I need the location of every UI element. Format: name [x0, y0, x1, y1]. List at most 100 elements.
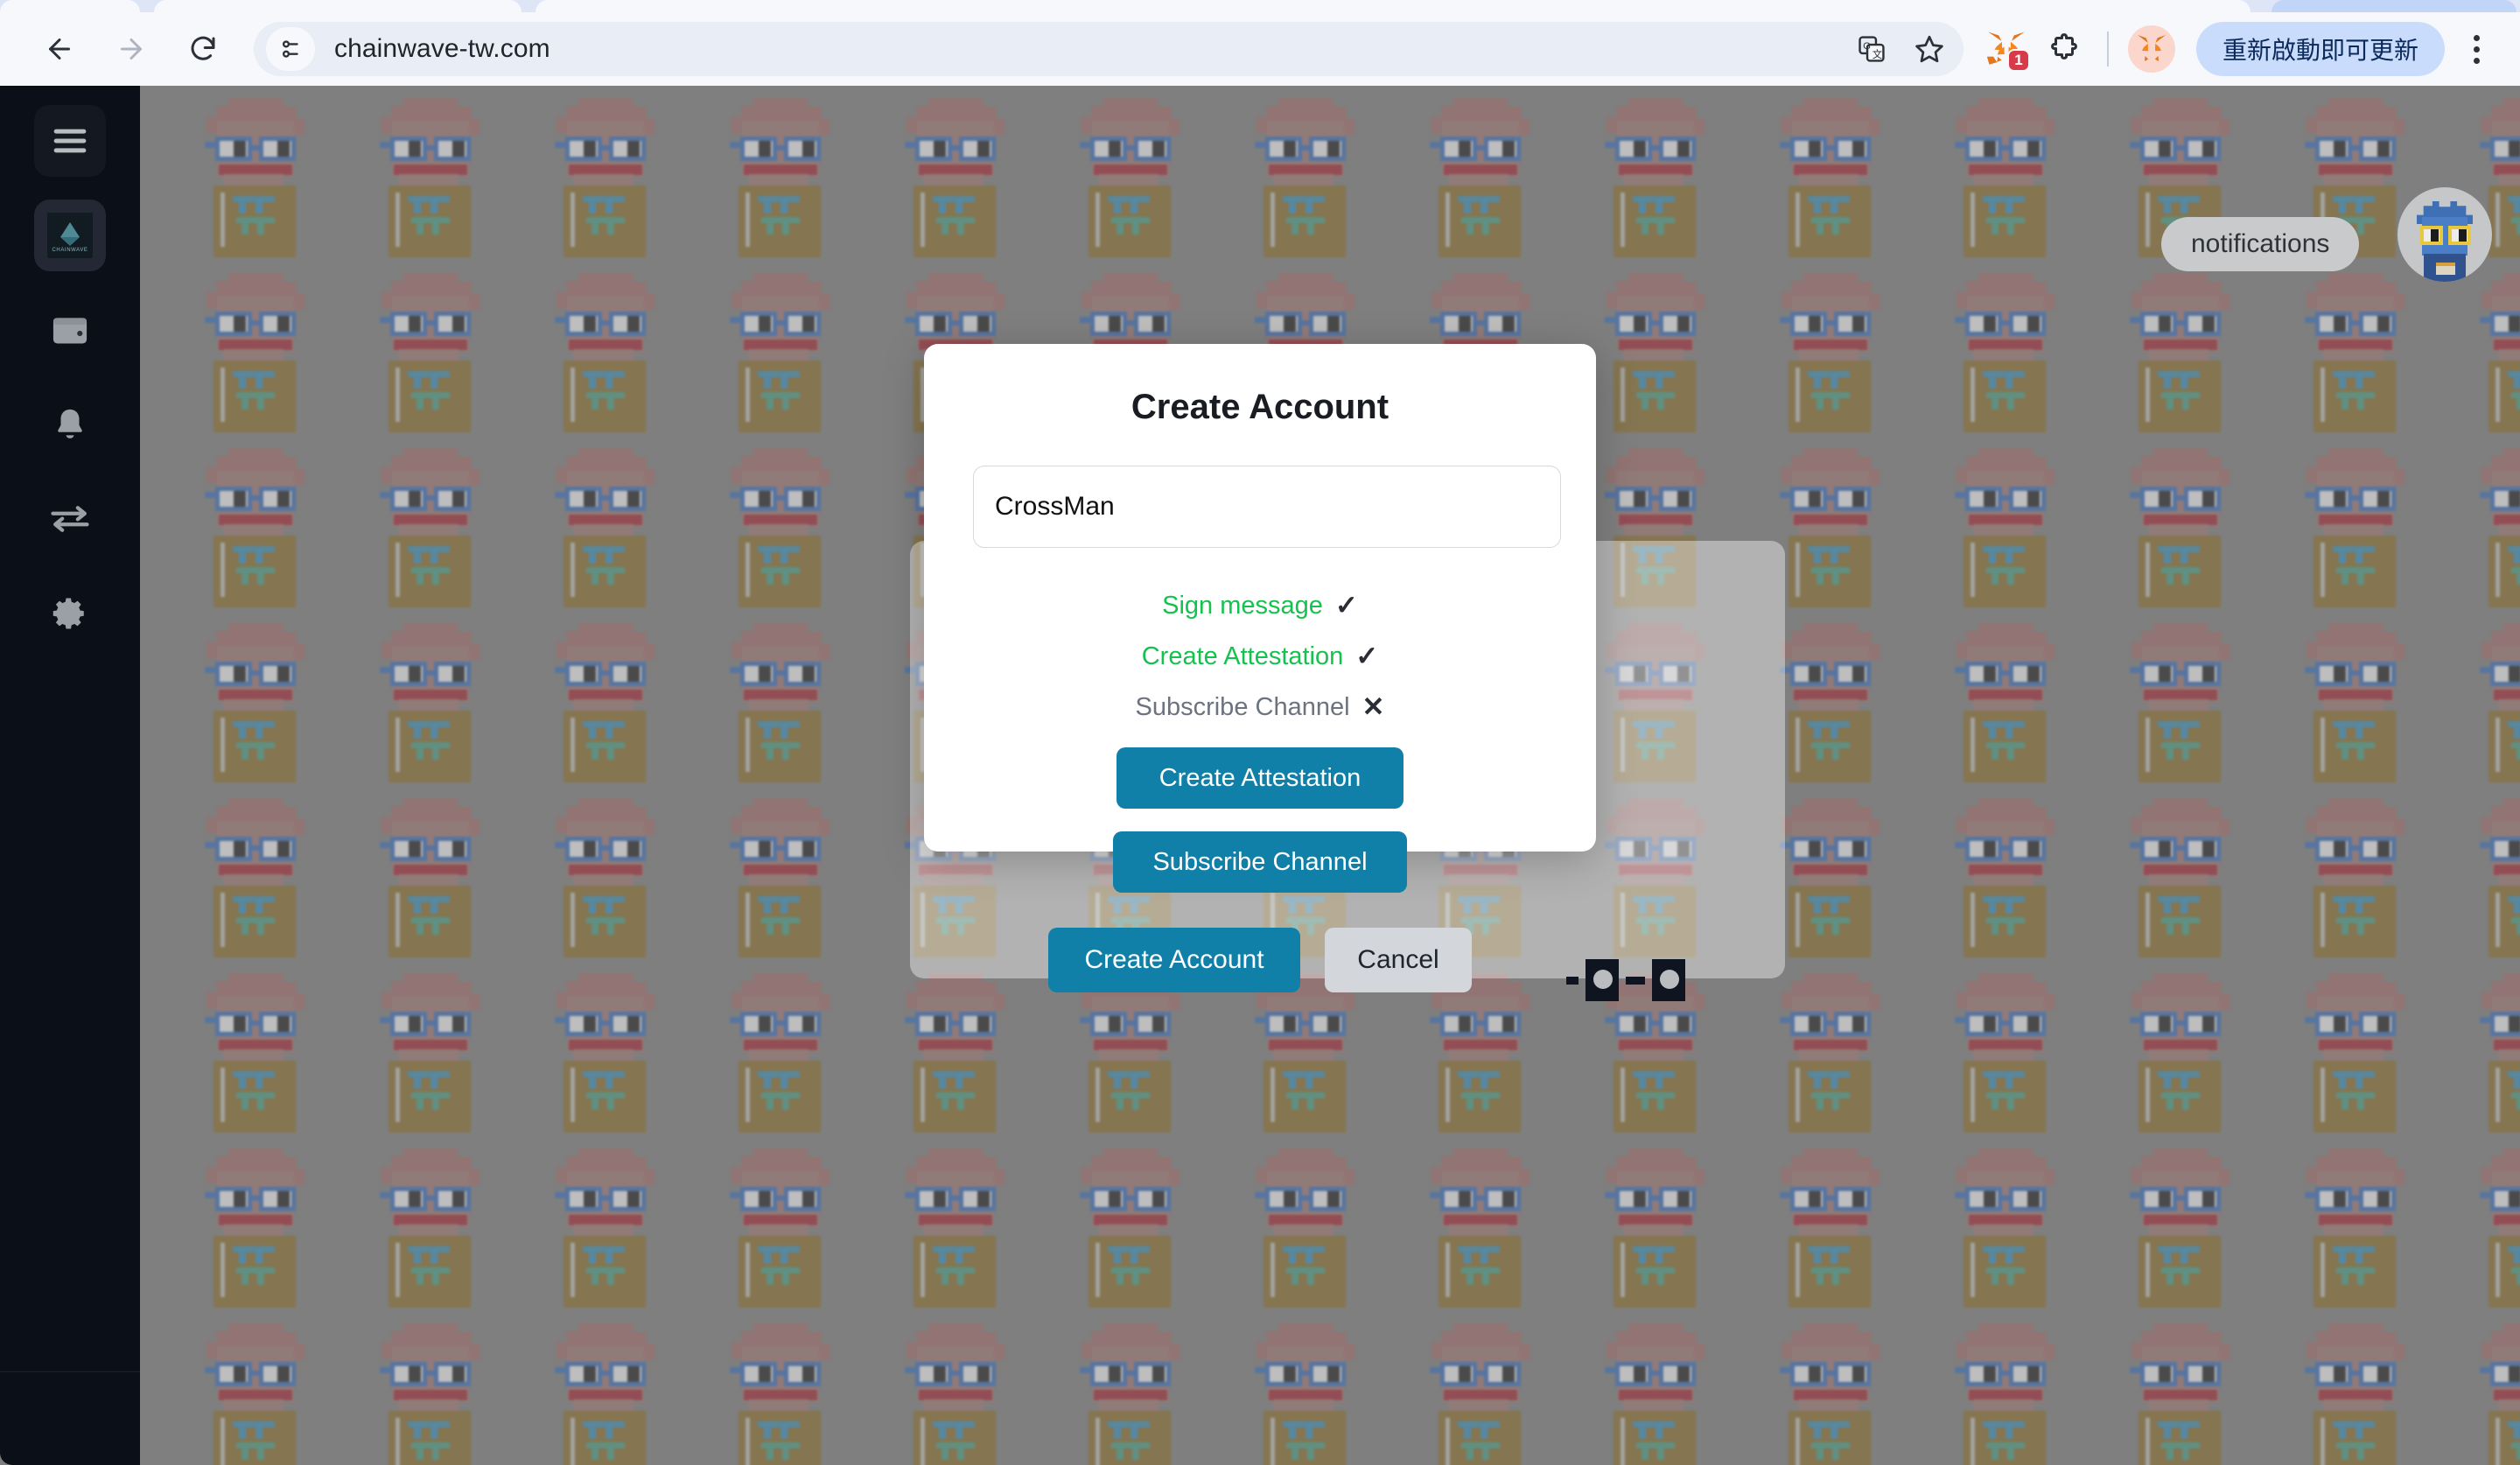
- check-icon: ✓: [1355, 641, 1379, 671]
- punk-tile: [350, 1136, 525, 1311]
- bell-icon: [52, 406, 88, 443]
- browser-tab[interactable]: [0, 0, 140, 12]
- punk-tile: [1575, 261, 1750, 436]
- modal-title: Create Account: [1130, 388, 1390, 426]
- punk-tile: [525, 86, 700, 261]
- punk-tile: [2100, 1136, 2275, 1311]
- svg-text:G: G: [1863, 41, 1871, 52]
- punk-tile: [525, 786, 700, 961]
- punk-tile: [350, 961, 525, 1136]
- puzzle-piece-icon[interactable]: [2037, 22, 2091, 76]
- punk-tile: [1925, 1136, 2100, 1311]
- create-account-modal: Create Account Sign message ✓ Create Att…: [924, 344, 1596, 992]
- punk-tile: [350, 86, 525, 261]
- browser-tab[interactable]: [536, 0, 2250, 12]
- punk-tile: [1750, 1136, 1925, 1311]
- punk-tile: [1750, 86, 1925, 261]
- browser-tab[interactable]: [154, 0, 522, 12]
- punk-tile: [1225, 86, 1400, 261]
- browser-chrome: chainwave-tw.com G 文 1 重新啟動即可更新: [0, 0, 2520, 86]
- punk-tile: [175, 261, 350, 436]
- punk-tile: [350, 1311, 525, 1465]
- wallet-icon: [51, 312, 89, 347]
- punk-tile: [2450, 436, 2520, 611]
- toolbar-divider: [2106, 32, 2109, 67]
- punk-tile: [2275, 1136, 2450, 1311]
- forward-icon[interactable]: [103, 21, 159, 77]
- hamburger-icon: [52, 128, 88, 154]
- extension-toolbar: 1 重新啟動即可更新: [1979, 22, 2520, 76]
- punk-tile: [2450, 1136, 2520, 1311]
- gear-icon: [52, 595, 88, 632]
- punk-tile: [2100, 786, 2275, 961]
- chainwave-logo-text: CHAINWAVE: [52, 247, 88, 253]
- punk-tile: [350, 611, 525, 786]
- account-name-input[interactable]: [973, 466, 1561, 548]
- punk-tile: [2275, 436, 2450, 611]
- punk-tile: [2100, 961, 2275, 1136]
- punk-tile: [2100, 1311, 2275, 1465]
- punk-tile: [875, 86, 1050, 261]
- star-icon[interactable]: [1904, 24, 1955, 74]
- sidebar-item-notifications[interactable]: [34, 389, 106, 460]
- punk-tile: [2450, 611, 2520, 786]
- cancel-button[interactable]: Cancel: [1325, 928, 1472, 992]
- address-bar-actions: G 文: [1846, 24, 1964, 74]
- sidebar-item-settings[interactable]: [34, 578, 106, 649]
- punk-tile: [2100, 261, 2275, 436]
- svg-text:文: 文: [1872, 48, 1882, 60]
- punk-tile: [2450, 961, 2520, 1136]
- modal-action-buttons: Create Attestation Subscribe Channel: [973, 747, 1547, 893]
- subscribe-channel-button[interactable]: Subscribe Channel: [1113, 831, 1407, 893]
- punk-tile: [1225, 1136, 1400, 1311]
- chainwave-logo-icon: CHAINWAVE: [47, 213, 93, 258]
- punk-tile: [1750, 961, 1925, 1136]
- punk-tile: [2275, 261, 2450, 436]
- address-bar-url[interactable]: chainwave-tw.com: [334, 34, 550, 64]
- address-bar[interactable]: chainwave-tw.com G 文: [254, 22, 1964, 76]
- sidebar-divider: [0, 1371, 140, 1372]
- notifications-tooltip: notifications: [2161, 217, 2360, 271]
- status-label: Subscribe Channel: [1135, 692, 1350, 721]
- create-account-button[interactable]: Create Account: [1048, 928, 1300, 992]
- site-settings-icon[interactable]: [266, 27, 315, 71]
- sidebar-item-transfers[interactable]: [34, 483, 106, 555]
- back-icon[interactable]: [32, 21, 88, 77]
- user-avatar[interactable]: [2398, 187, 2492, 282]
- browser-tab-active[interactable]: [2272, 0, 2516, 12]
- punk-tile: [700, 786, 875, 961]
- punk-tile: [175, 961, 350, 1136]
- update-button[interactable]: 重新啟動即可更新: [2195, 22, 2445, 76]
- punk-tile: [700, 1136, 875, 1311]
- status-label: Create Attestation: [1141, 641, 1344, 670]
- status-label: Sign message: [1162, 591, 1323, 620]
- punk-tile: [525, 261, 700, 436]
- tab-strip: [0, 0, 2520, 12]
- punk-tile: [1575, 86, 1750, 261]
- punk-tile: [175, 86, 350, 261]
- punk-tile: [1400, 1136, 1575, 1311]
- translate-icon[interactable]: G 文: [1846, 24, 1897, 74]
- sidebar-item-menu-toggle[interactable]: [34, 105, 106, 177]
- status-list: Sign message ✓ Create Attestation ✓ Subs…: [973, 588, 1547, 725]
- punk-tile: [1925, 786, 2100, 961]
- browser-menu-icon[interactable]: [2452, 22, 2501, 76]
- profile-avatar-icon[interactable]: [2124, 22, 2179, 76]
- punk-tile: [175, 1311, 350, 1465]
- metamask-fox-icon[interactable]: 1: [1979, 22, 2034, 76]
- punk-tile: [525, 961, 700, 1136]
- punk-tile: [1400, 86, 1575, 261]
- create-attestation-button[interactable]: Create Attestation: [1116, 747, 1404, 809]
- punk-tile: [1400, 1311, 1575, 1465]
- cross-icon: ✕: [1362, 691, 1385, 722]
- punk-tile: [175, 436, 350, 611]
- punk-tile: [525, 1136, 700, 1311]
- punk-tile: [2450, 1311, 2520, 1465]
- punk-tile: [700, 436, 875, 611]
- status-row-create-attestation: Create Attestation ✓: [973, 639, 1547, 674]
- punk-tile: [525, 611, 700, 786]
- reload-icon[interactable]: [175, 21, 231, 77]
- sidebar-item-wallet[interactable]: [34, 294, 106, 366]
- sidebar-item-chainwave-home[interactable]: CHAINWAVE: [34, 200, 106, 271]
- avatar: [2127, 25, 2175, 73]
